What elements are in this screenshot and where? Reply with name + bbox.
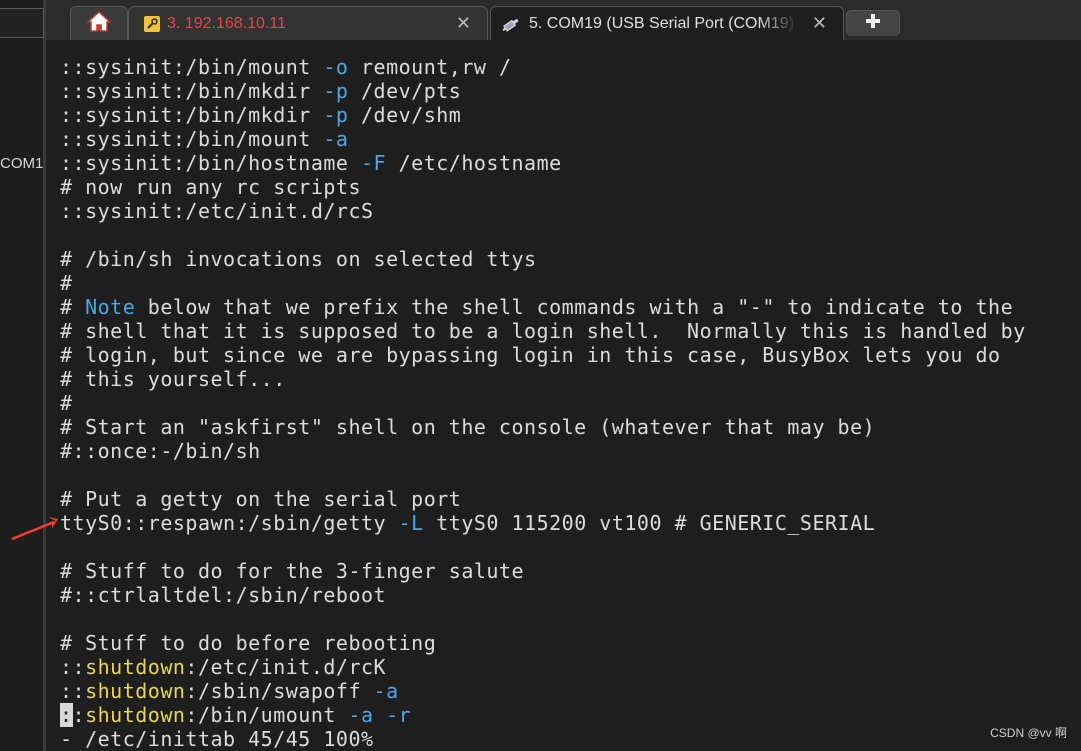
terminal-line: #::ctrlaltdel:/sbin/reboot [60, 583, 1075, 607]
tab-serial-label: 5. COM19 (USB Serial Port (COM19) ) [529, 14, 799, 32]
terminal-text: # Stuff to do for the 3-finger salute [60, 559, 525, 583]
terminal-line: ttyS0::respawn:/sbin/getty -L ttyS0 1152… [60, 511, 1075, 535]
terminal-text: /dev/pts [348, 79, 462, 103]
terminal-line: # Put a getty on the serial port [60, 487, 1075, 511]
terminal-text: :: [60, 655, 86, 679]
terminal-text: shutdown [85, 703, 186, 727]
terminal-text: ::sysinit:/bin/hostname [60, 151, 361, 175]
terminal-text: :/sbin/swapoff [185, 679, 374, 703]
terminal-text: Note [85, 295, 136, 319]
terminal-text: -o [323, 55, 349, 79]
session-sidebar: COM19 [0, 0, 46, 751]
terminal-text: -a [323, 127, 349, 151]
terminal-line: ::shutdown:/sbin/swapoff -a [60, 679, 1075, 703]
close-icon[interactable]: ✕ [812, 13, 827, 34]
terminal-text: -p [323, 79, 349, 103]
terminal-text: : [72, 703, 86, 727]
terminal-line: # [60, 271, 1075, 295]
terminal-text: ::sysinit:/bin/mkdir [60, 103, 324, 127]
terminal-line: # shell that it is supposed to be a logi… [60, 319, 1075, 343]
close-icon[interactable]: ✕ [456, 13, 471, 34]
terminal-line: # now run any rc scripts [60, 175, 1075, 199]
terminal-text: :: [60, 679, 86, 703]
terminal-text: shutdown [85, 679, 186, 703]
terminal-text: # [60, 391, 73, 415]
tab-bar: 3. 192.168.10.11 ✕ 5. COM19 (USB Serial … [46, 0, 1081, 40]
terminal-text: #::once:-/bin/sh [60, 439, 261, 463]
terminal-line: # Start an "askfirst" shell on the conso… [60, 415, 1075, 439]
home-icon [86, 10, 112, 37]
terminal-text: # [60, 271, 73, 295]
terminal-text: # shell that it is supposed to be a logi… [60, 319, 1026, 343]
sidebar-search-box[interactable] [0, 8, 44, 38]
red-arrow-annotation [11, 517, 58, 541]
tab-home[interactable] [70, 6, 128, 40]
terminal-text: # Put a getty on the serial port [60, 487, 462, 511]
terminal-text: # this yourself... [60, 367, 286, 391]
terminal-line: # login, but since we are bypassing logi… [60, 343, 1075, 367]
terminal-text: - /etc/inittab 45/45 100% [60, 727, 374, 751]
terminal-text: ::sysinit:/bin/mkdir [60, 79, 324, 103]
terminal-line: ::sysinit:/bin/mkdir -p /dev/shm [60, 103, 1075, 127]
watermark: CSDN @vv 啊 [990, 726, 1067, 740]
wrench-icon [143, 15, 161, 33]
terminal-output[interactable]: ::sysinit:/bin/mount -o remount,rw /::sy… [60, 55, 1075, 751]
terminal-line: # this yourself... [60, 367, 1075, 391]
terminal-text: ::sysinit:/bin/mount [60, 55, 324, 79]
terminal-text: /etc/hostname [386, 151, 562, 175]
terminal-line: ::sysinit:/etc/init.d/rcS [60, 199, 1075, 223]
terminal-line: # Note below that we prefix the shell co… [60, 295, 1075, 319]
terminal-text: shutdown [85, 655, 186, 679]
plus-icon [865, 13, 881, 34]
terminal-text: # login, but since we are bypassing logi… [60, 343, 1001, 367]
tab-ssh-label: 3. 192.168.10.11 [167, 14, 286, 32]
tab-ssh-session[interactable]: 3. 192.168.10.11 ✕ [128, 6, 488, 40]
terminal-text: -p [323, 103, 349, 127]
terminal-text: below that we prefix the shell commands … [135, 295, 1014, 319]
terminal-text: # [60, 295, 86, 319]
terminal-text: # /bin/sh invocations on selected ttys [60, 247, 537, 271]
terminal-line: # Stuff to do before rebooting [60, 631, 1075, 655]
terminal-line: ::sysinit:/bin/hostname -F /etc/hostname [60, 151, 1075, 175]
terminal-text: ::sysinit:/etc/init.d/rcS [60, 199, 374, 223]
terminal-line: # [60, 391, 1075, 415]
terminal-text: # Start an "askfirst" shell on the conso… [60, 415, 876, 439]
terminal-text: ::sysinit:/bin/mount [60, 127, 324, 151]
tab-serial-session[interactable]: 5. COM19 (USB Serial Port (COM19) ) ✕ [490, 6, 844, 40]
serial-plug-icon [501, 15, 523, 33]
sidebar-session-label[interactable]: COM19 [0, 155, 44, 172]
text-cursor: : [60, 703, 73, 727]
terminal-text: -r [386, 703, 412, 727]
new-tab-button[interactable] [846, 10, 900, 36]
terminal-text: #::ctrlaltdel:/sbin/reboot [60, 583, 387, 607]
terminal-line: ::shutdown:/etc/init.d/rcK [60, 655, 1075, 679]
terminal-text: /dev/shm [348, 103, 462, 127]
terminal-text: # now run any rc scripts [60, 175, 361, 199]
terminal-line: #::once:-/bin/sh [60, 439, 1075, 463]
terminal-text: remount,rw / [348, 55, 512, 79]
terminal-text: :/etc/init.d/rcK [185, 655, 387, 679]
terminal-line: ::shutdown:/bin/umount -a -r [60, 703, 1075, 727]
terminal-text: -F [360, 151, 387, 175]
terminal-text: -a [373, 679, 399, 703]
terminal-line: ::sysinit:/bin/mkdir -p /dev/pts [60, 79, 1075, 103]
terminal-line: ::sysinit:/bin/mount -o remount,rw / [60, 55, 1075, 79]
terminal-line: # Stuff to do for the 3-finger salute [60, 559, 1075, 583]
terminal-text: -L [398, 511, 424, 535]
terminal-text: # Stuff to do before rebooting [60, 631, 437, 655]
terminal-text: ttyS0 115200 vt100 # GENERIC_SERIAL [423, 511, 876, 535]
terminal-line: - /etc/inittab 45/45 100% [60, 727, 1075, 751]
terminal-line: ::sysinit:/bin/mount -a [60, 127, 1075, 151]
terminal-text: :/bin/umount [185, 703, 349, 727]
terminal-text: -a [348, 703, 374, 727]
terminal-line: # /bin/sh invocations on selected ttys [60, 247, 1075, 271]
terminal-text: ttyS0::respawn:/sbin/getty [60, 511, 399, 535]
